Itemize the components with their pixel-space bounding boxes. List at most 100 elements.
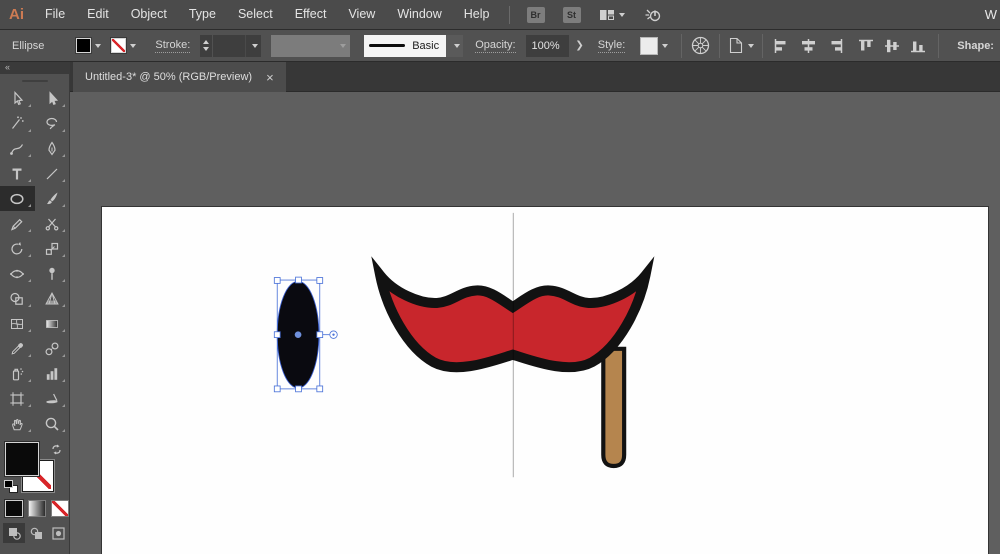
document-tab[interactable]: Untitled-3* @ 50% (RGB/Preview) ×: [73, 62, 286, 92]
menu-file[interactable]: File: [34, 0, 76, 29]
brush-definition-combo[interactable]: Basic: [364, 35, 463, 57]
horizontal-align-right-icon[interactable]: [826, 39, 843, 53]
mask-stick-shape[interactable]: [603, 349, 624, 466]
controlbar-separator: [762, 34, 763, 58]
mesh-tool[interactable]: [0, 311, 35, 336]
artboard-tool-icon: [9, 391, 25, 407]
tools-collapse-strip: «: [0, 62, 70, 74]
menu-bar: Ai File Edit Object Type Select Effect V…: [0, 0, 1000, 30]
horizontal-align-left-icon[interactable]: [774, 39, 791, 53]
menu-edit[interactable]: Edit: [76, 0, 120, 29]
slice-tool[interactable]: [35, 386, 70, 411]
puppet-warp-tool-icon: [44, 266, 60, 282]
width-tool[interactable]: [0, 261, 35, 286]
horizontal-align-center-icon[interactable]: [800, 39, 817, 53]
lasso-tool[interactable]: [35, 111, 70, 136]
artboard-tool[interactable]: [0, 386, 35, 411]
menu-effect[interactable]: Effect: [284, 0, 338, 29]
selection-center-point[interactable]: [295, 331, 302, 338]
magic-wand-tool[interactable]: [0, 111, 35, 136]
hand-tool-icon: [9, 416, 25, 432]
menu-help[interactable]: Help: [453, 0, 501, 29]
chevron-down-icon: [662, 44, 668, 48]
style-combo[interactable]: [636, 37, 668, 55]
default-fill-stroke-icon[interactable]: [4, 480, 20, 494]
align-buttons: [774, 39, 927, 53]
workspace-switcher-button[interactable]: [599, 8, 625, 22]
eyedropper-tool-icon: [9, 341, 25, 357]
menu-type[interactable]: Type: [178, 0, 227, 29]
style-panel-link[interactable]: Style:: [598, 39, 626, 53]
rotate-tool-icon: [9, 241, 25, 257]
opacity-input[interactable]: 100%: [526, 35, 570, 57]
workspace-name-cut: W: [985, 7, 997, 22]
fill-color-button[interactable]: [76, 38, 101, 53]
none-button[interactable]: [51, 500, 69, 517]
column-graph-tool-icon: [44, 366, 60, 382]
brush-name: Basic: [412, 40, 439, 52]
shaper-tool[interactable]: [0, 211, 35, 236]
stroke-weight-stepper[interactable]: [200, 35, 212, 57]
perspective-grid-tool[interactable]: [35, 286, 70, 311]
draw-inside-button[interactable]: [47, 523, 69, 543]
ellipse-tool[interactable]: [0, 186, 35, 211]
column-graph-tool[interactable]: [35, 361, 70, 386]
draw-normal-button[interactable]: [3, 523, 25, 543]
menu-window[interactable]: Window: [386, 0, 452, 29]
chevron-down-icon: [130, 44, 136, 48]
vertical-align-bottom-icon[interactable]: [910, 39, 927, 53]
curvature-tool[interactable]: [0, 136, 35, 161]
stroke-weight-combo[interactable]: [213, 35, 261, 57]
magic-wand-tool-icon: [9, 116, 25, 132]
menu-object[interactable]: Object: [120, 0, 178, 29]
slice-tool-icon: [44, 391, 60, 407]
vertical-align-center-icon[interactable]: [884, 39, 901, 53]
corner-radius-widget[interactable]: [330, 331, 338, 339]
type-tool[interactable]: [0, 161, 35, 186]
hand-tool[interactable]: [0, 411, 35, 436]
shape-panel-link[interactable]: Shape:: [957, 40, 994, 52]
gradient-tool[interactable]: [35, 311, 70, 336]
color-button[interactable]: [5, 500, 23, 517]
rotate-tool[interactable]: [0, 236, 35, 261]
draw-behind-button[interactable]: [25, 523, 47, 543]
illustrator-window: Ai File Edit Object Type Select Effect V…: [0, 0, 1000, 554]
direct-selection-tool[interactable]: [35, 86, 70, 111]
line-segment-tool[interactable]: [35, 161, 70, 186]
puppet-warp-tool[interactable]: [35, 261, 70, 286]
document-setup-icon: [728, 37, 744, 54]
paint-style-buttons: [0, 496, 69, 517]
stroke-panel-link[interactable]: Stroke:: [155, 39, 190, 53]
document-setup-button[interactable]: [728, 37, 754, 54]
panel-grabber[interactable]: [22, 80, 48, 82]
symbol-sprayer-tool[interactable]: [0, 361, 35, 386]
scale-tool[interactable]: [35, 236, 70, 261]
bridge-button[interactable]: Br: [527, 7, 545, 23]
recolor-artwork-button[interactable]: [690, 35, 711, 56]
opacity-slider-arrow[interactable]: ❯: [569, 40, 589, 51]
zoom-tool[interactable]: [35, 411, 70, 436]
paintbrush-tool[interactable]: [35, 186, 70, 211]
blend-tool[interactable]: [35, 336, 70, 361]
stock-button[interactable]: St: [563, 7, 581, 23]
gradient-button[interactable]: [28, 500, 46, 517]
fill-proxy-swatch[interactable]: [5, 442, 39, 476]
collapse-double-chevron-icon[interactable]: «: [5, 62, 10, 72]
menu-view[interactable]: View: [337, 0, 386, 29]
share-button[interactable]: [643, 6, 663, 24]
eyedropper-tool[interactable]: [0, 336, 35, 361]
controlbar-separator: [681, 34, 682, 58]
close-icon[interactable]: ×: [266, 71, 274, 84]
scissors-tool[interactable]: [35, 211, 70, 236]
menu-select[interactable]: Select: [227, 0, 284, 29]
canvas-area[interactable]: [70, 92, 1000, 554]
swap-fill-stroke-icon[interactable]: [51, 442, 62, 460]
shaper-tool-icon: [9, 216, 25, 232]
stroke-color-button[interactable]: [111, 38, 136, 53]
selection-tool-icon: [9, 91, 25, 107]
pen-tool[interactable]: [35, 136, 70, 161]
shape-builder-tool[interactable]: [0, 286, 35, 311]
opacity-panel-link[interactable]: Opacity:: [475, 39, 515, 53]
vertical-align-top-icon[interactable]: [858, 39, 875, 53]
selection-tool[interactable]: [0, 86, 35, 111]
